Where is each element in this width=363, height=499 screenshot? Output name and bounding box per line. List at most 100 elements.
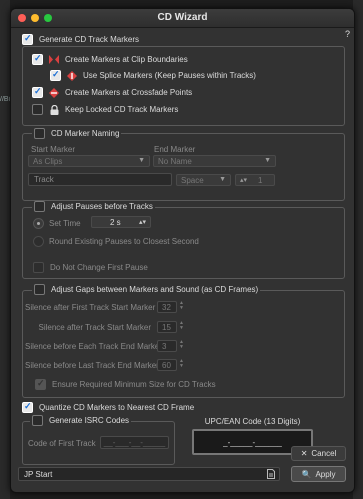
- gap-label-each-end: Silence before Each Track End Marker: [25, 342, 162, 351]
- isrc-checkbox[interactable]: [32, 415, 43, 426]
- separator-select[interactable]: Space ▼: [176, 174, 231, 186]
- gap-value-each-end[interactable]: 3: [157, 340, 177, 352]
- splice-markers-label: Use Splice Markers (Keep Pauses within T…: [83, 71, 256, 80]
- naming-group-header[interactable]: CD Marker Naming: [32, 128, 122, 139]
- background-app-left: [0, 0, 10, 499]
- cancel-button[interactable]: ✕ Cancel: [291, 446, 346, 461]
- gap-value-track-start-text: 15: [162, 322, 171, 332]
- clip-boundaries-row[interactable]: Create Markers at Clip Boundaries: [32, 53, 188, 65]
- gap-value-last-end-text: 60: [162, 360, 171, 370]
- ensure-minimum-checkbox[interactable]: [35, 378, 46, 390]
- crossfade-marker-icon: [49, 87, 59, 98]
- stepper-arrows-icon: ▴▾: [240, 177, 248, 184]
- no-change-first-label: Do Not Change First Pause: [50, 263, 148, 272]
- naming-group: [22, 133, 345, 201]
- splice-markers-row[interactable]: Use Splice Markers (Keep Pauses within T…: [50, 69, 256, 81]
- chevron-down-icon: ▼: [138, 157, 145, 164]
- clip-boundary-marker-icon: [49, 55, 59, 64]
- crossfade-markers-row[interactable]: Create Markers at Crossfade Points: [32, 86, 193, 98]
- gap-value-track-start[interactable]: 15: [157, 321, 177, 333]
- naming-group-label: CD Marker Naming: [51, 129, 120, 138]
- title-bar: CD Wizard: [11, 9, 354, 28]
- preset-value: JP Start: [24, 469, 53, 479]
- gaps-group-header[interactable]: Adjust Gaps between Markers and Sound (a…: [32, 284, 261, 295]
- help-icon[interactable]: ?: [345, 29, 350, 39]
- number-value: 1: [258, 175, 263, 185]
- stepper-arrows-icon[interactable]: ▲ ▼: [178, 340, 185, 352]
- set-time-label: Set Time: [49, 219, 81, 228]
- splice-markers-checkbox[interactable]: [50, 69, 61, 81]
- isrc-group-label: Generate ISRC Codes: [49, 416, 130, 425]
- set-time-stepper[interactable]: 2 s ▴▾: [91, 216, 151, 228]
- pauses-group-header[interactable]: Adjust Pauses before Tracks: [32, 201, 155, 212]
- stepper-arrows-icon[interactable]: ▲ ▼: [178, 301, 185, 313]
- isrc-code-placeholder: __-___-__-_____: [103, 438, 166, 447]
- separator-value: Space: [181, 175, 204, 185]
- preset-field[interactable]: JP Start: [18, 467, 280, 481]
- end-marker-label: End Marker: [154, 145, 196, 154]
- gap-label-last-end: Silence before Last Track End Marker: [25, 361, 159, 370]
- quantize-checkbox[interactable]: [22, 401, 33, 413]
- gaps-group-label: Adjust Gaps between Markers and Sound (a…: [51, 285, 259, 294]
- no-change-first-checkbox[interactable]: [33, 262, 44, 273]
- keep-locked-label: Keep Locked CD Track Markers: [65, 105, 179, 114]
- ensure-minimum-label: Ensure Required Minimum Size for CD Trac…: [52, 380, 216, 389]
- stepper-arrows-icon[interactable]: ▲ ▼: [178, 321, 185, 333]
- track-name-value: Track: [34, 175, 54, 184]
- track-name-field[interactable]: Track: [28, 173, 172, 186]
- gap-label-track-start: Silence after Track Start Marker: [38, 323, 151, 332]
- window-title: CD Wizard: [157, 12, 208, 23]
- start-marker-select[interactable]: As Clips ▼: [28, 155, 150, 167]
- gap-label-first-start: Silence after First Track Start Marker: [25, 303, 156, 312]
- lock-icon: [49, 104, 59, 115]
- set-time-value: 2 s: [110, 217, 121, 227]
- keep-locked-row[interactable]: Keep Locked CD Track Markers: [32, 104, 178, 115]
- close-icon: ✕: [300, 449, 308, 458]
- ensure-minimum-row[interactable]: Ensure Required Minimum Size for CD Trac…: [35, 378, 216, 390]
- splice-marker-icon: [67, 70, 77, 81]
- stepper-arrows-icon: ▴▾: [138, 219, 146, 226]
- chevron-down-icon: ▼: [219, 176, 226, 183]
- cancel-button-label: Cancel: [311, 449, 337, 458]
- isrc-code-label: Code of First Track: [28, 439, 96, 448]
- gap-value-first-start-text: 32: [162, 302, 171, 312]
- generate-markers-checkbox[interactable]: [22, 33, 33, 45]
- round-pauses-radio[interactable]: [33, 236, 44, 247]
- end-marker-value: No Name: [158, 156, 192, 166]
- crossfade-markers-checkbox[interactable]: [32, 86, 43, 98]
- crossfade-markers-label: Create Markers at Crossfade Points: [65, 88, 193, 97]
- round-pauses-row[interactable]: Round Existing Pauses to Closest Second: [33, 236, 199, 247]
- apply-button-label: Apply: [315, 469, 336, 479]
- set-time-row[interactable]: Set Time: [33, 218, 81, 229]
- adjust-pauses-checkbox[interactable]: [34, 201, 45, 212]
- start-marker-value: As Clips: [33, 156, 63, 166]
- chevron-down-icon: ▼: [264, 157, 271, 164]
- start-marker-label: Start Marker: [31, 145, 76, 154]
- apply-wand-icon: 🔍: [301, 469, 312, 479]
- gap-value-each-end-text: 3: [162, 341, 167, 351]
- apply-button[interactable]: 🔍 Apply: [291, 466, 346, 482]
- upc-code-value: _-_____-______: [223, 437, 282, 447]
- keep-locked-checkbox[interactable]: [32, 104, 43, 115]
- background-path-text: //Bill: [0, 96, 10, 103]
- isrc-code-input[interactable]: __-___-__-_____: [100, 436, 169, 449]
- adjust-gaps-checkbox[interactable]: [34, 284, 45, 295]
- gap-value-first-start[interactable]: 32: [157, 301, 177, 313]
- set-time-radio[interactable]: [33, 218, 44, 229]
- round-pauses-label: Round Existing Pauses to Closest Second: [49, 237, 199, 246]
- clip-boundaries-checkbox[interactable]: [32, 53, 43, 65]
- document-icon[interactable]: [267, 469, 275, 481]
- no-change-first-row[interactable]: Do Not Change First Pause: [33, 262, 148, 273]
- quantize-label: Quantize CD Markers to Nearest CD Frame: [39, 403, 195, 412]
- naming-checkbox[interactable]: [34, 128, 45, 139]
- stepper-arrows-icon[interactable]: ▲ ▼: [178, 359, 185, 371]
- generate-markers-row[interactable]: Generate CD Track Markers: [22, 33, 139, 45]
- number-stepper[interactable]: ▴▾ 1: [235, 174, 275, 186]
- pauses-group-label: Adjust Pauses before Tracks: [51, 202, 153, 211]
- gap-value-last-end[interactable]: 60: [157, 359, 177, 371]
- quantize-row[interactable]: Quantize CD Markers to Nearest CD Frame: [22, 401, 195, 413]
- clip-boundaries-label: Create Markers at Clip Boundaries: [65, 55, 188, 64]
- cd-wizard-dialog: CD Wizard ? Generate CD Track Markers Cr…: [10, 8, 355, 493]
- isrc-group-header[interactable]: Generate ISRC Codes: [30, 415, 132, 426]
- end-marker-select[interactable]: No Name ▼: [153, 155, 276, 167]
